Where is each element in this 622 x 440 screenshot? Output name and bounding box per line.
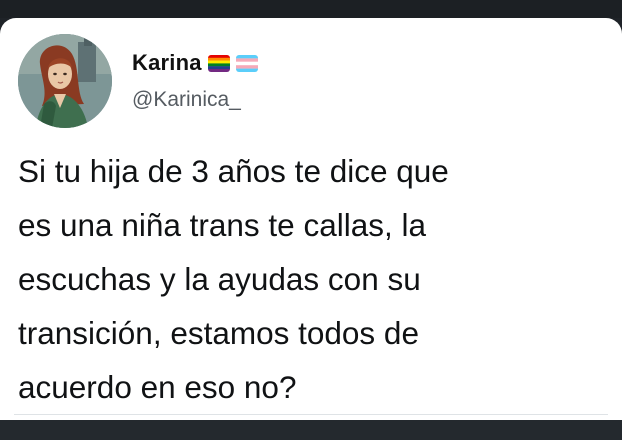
card-divider — [14, 414, 608, 415]
avatar[interactable] — [18, 34, 112, 128]
avatar-portrait-image — [18, 34, 112, 128]
rainbow-flag-icon — [207, 54, 230, 72]
transgender-flag-icon — [235, 54, 258, 72]
tweet-card: Karina @Karinica_ Si tu hija de 3 años t… — [0, 18, 622, 420]
bottom-dark-border — [0, 420, 622, 440]
tweet-body-text: Si tu hija de 3 años te dice que es una … — [18, 153, 449, 405]
author-display-name[interactable]: Karina — [132, 50, 202, 76]
author-handle[interactable]: @Karinica_ — [132, 88, 241, 112]
author-name-row: Karina — [132, 50, 258, 76]
top-dark-border — [0, 0, 622, 18]
